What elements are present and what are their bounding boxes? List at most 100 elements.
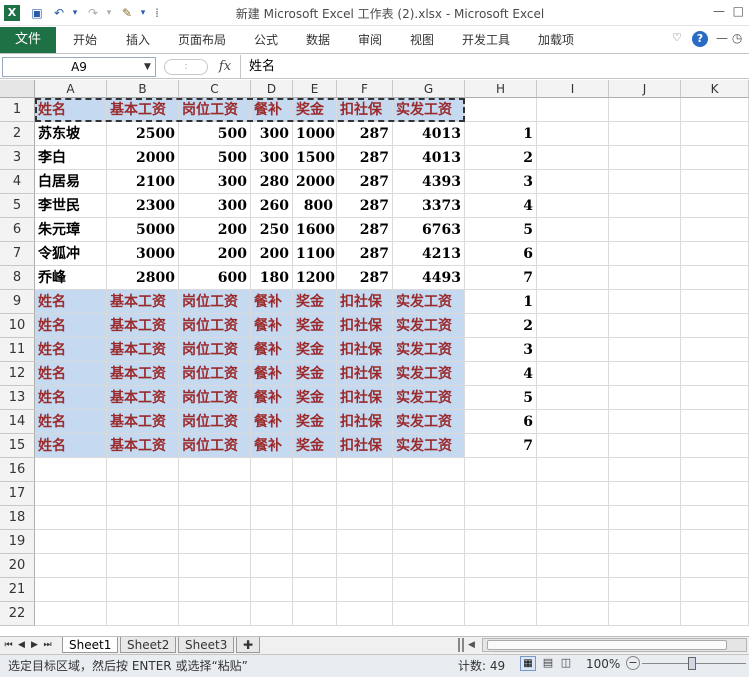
- value-cell[interactable]: 300: [179, 194, 251, 218]
- cell[interactable]: [107, 482, 179, 506]
- zoom-out-icon[interactable]: −: [626, 656, 640, 670]
- name-cell[interactable]: 李白: [35, 146, 107, 170]
- value-cell[interactable]: 2300: [107, 194, 179, 218]
- save-icon[interactable]: ▣: [28, 4, 46, 22]
- cell[interactable]: [537, 554, 609, 578]
- value-cell[interactable]: 287: [337, 170, 393, 194]
- column-header-j[interactable]: J: [609, 80, 681, 98]
- cell[interactable]: [609, 458, 681, 482]
- pasted-header-cell[interactable]: 基本工资: [107, 386, 179, 410]
- cell[interactable]: [393, 530, 465, 554]
- cell[interactable]: [293, 530, 337, 554]
- name-cell[interactable]: 苏东坡: [35, 122, 107, 146]
- tab-developer[interactable]: 开发工具: [462, 27, 510, 53]
- row-header-19[interactable]: 19: [0, 530, 35, 554]
- value-cell[interactable]: 250: [251, 218, 293, 242]
- header-cell[interactable]: 姓名: [35, 98, 107, 122]
- cell[interactable]: [609, 170, 681, 194]
- cell[interactable]: [465, 578, 537, 602]
- cell[interactable]: [681, 338, 749, 362]
- last-sheet-icon[interactable]: ⏭: [42, 638, 53, 652]
- cell[interactable]: [179, 506, 251, 530]
- cell[interactable]: [337, 554, 393, 578]
- value-cell[interactable]: 287: [337, 122, 393, 146]
- value-cell[interactable]: 2000: [293, 170, 337, 194]
- cell[interactable]: [537, 338, 609, 362]
- cell[interactable]: [537, 218, 609, 242]
- cell[interactable]: [537, 290, 609, 314]
- cell[interactable]: [35, 482, 107, 506]
- value-cell[interactable]: 260: [251, 194, 293, 218]
- pasted-header-cell[interactable]: 岗位工资: [179, 434, 251, 458]
- cell[interactable]: [251, 482, 293, 506]
- value-cell[interactable]: 1000: [293, 122, 337, 146]
- pasted-header-cell[interactable]: 扣社保: [337, 410, 393, 434]
- value-cell[interactable]: 1200: [293, 266, 337, 290]
- value-cell[interactable]: 1600: [293, 218, 337, 242]
- page-break-view-icon[interactable]: ◫: [558, 656, 574, 671]
- column-header-d[interactable]: D: [251, 80, 293, 98]
- pasted-header-cell[interactable]: 扣社保: [337, 434, 393, 458]
- cell[interactable]: [293, 506, 337, 530]
- cell[interactable]: [35, 554, 107, 578]
- header-cell[interactable]: 实发工资: [393, 98, 465, 122]
- zoom-slider-thumb[interactable]: [688, 657, 696, 670]
- cell[interactable]: [251, 530, 293, 554]
- cell[interactable]: [609, 434, 681, 458]
- pasted-header-cell[interactable]: 餐补: [251, 290, 293, 314]
- cell[interactable]: [609, 146, 681, 170]
- pasted-header-cell[interactable]: 实发工资: [393, 314, 465, 338]
- value-cell[interactable]: 300: [251, 146, 293, 170]
- value-cell[interactable]: 4393: [393, 170, 465, 194]
- pasted-header-cell[interactable]: 岗位工资: [179, 362, 251, 386]
- header-cell[interactable]: 岗位工资: [179, 98, 251, 122]
- value-cell[interactable]: 287: [337, 266, 393, 290]
- pasted-header-cell[interactable]: 姓名: [35, 362, 107, 386]
- cell[interactable]: [681, 314, 749, 338]
- cell[interactable]: [465, 506, 537, 530]
- tab-split-handle[interactable]: [458, 638, 464, 652]
- column-header-b[interactable]: B: [107, 80, 179, 98]
- row-header-15[interactable]: 15: [0, 434, 35, 458]
- cell[interactable]: [251, 458, 293, 482]
- row-header-11[interactable]: 11: [0, 338, 35, 362]
- value-cell[interactable]: 1100: [293, 242, 337, 266]
- pasted-header-cell[interactable]: 餐补: [251, 314, 293, 338]
- name-box-dropdown-icon[interactable]: ▼: [144, 59, 154, 75]
- row-header-9[interactable]: 9: [0, 290, 35, 314]
- row-header-7[interactable]: 7: [0, 242, 35, 266]
- row-header-18[interactable]: 18: [0, 506, 35, 530]
- cell[interactable]: [609, 314, 681, 338]
- cell[interactable]: [681, 218, 749, 242]
- pasted-header-cell[interactable]: 奖金: [293, 410, 337, 434]
- row-header-21[interactable]: 21: [0, 578, 35, 602]
- cell[interactable]: [465, 554, 537, 578]
- column-header-i[interactable]: I: [537, 80, 609, 98]
- tab-formulas[interactable]: 公式: [254, 27, 278, 53]
- helper-cell[interactable]: 3: [465, 338, 537, 362]
- cell[interactable]: [609, 122, 681, 146]
- cell[interactable]: [681, 482, 749, 506]
- cell[interactable]: [609, 266, 681, 290]
- row-header-10[interactable]: 10: [0, 314, 35, 338]
- row-header-4[interactable]: 4: [0, 170, 35, 194]
- value-cell[interactable]: 200: [251, 242, 293, 266]
- cell[interactable]: [681, 506, 749, 530]
- select-all-corner[interactable]: [0, 80, 35, 98]
- cell[interactable]: [337, 506, 393, 530]
- cell[interactable]: [337, 458, 393, 482]
- cell[interactable]: [609, 482, 681, 506]
- cell[interactable]: [609, 362, 681, 386]
- value-cell[interactable]: 300: [179, 170, 251, 194]
- cell[interactable]: [681, 602, 749, 626]
- cell[interactable]: [251, 554, 293, 578]
- pasted-header-cell[interactable]: 餐补: [251, 386, 293, 410]
- name-cell[interactable]: 令狐冲: [35, 242, 107, 266]
- cell[interactable]: [107, 578, 179, 602]
- value-cell[interactable]: 4213: [393, 242, 465, 266]
- pasted-header-cell[interactable]: 餐补: [251, 410, 293, 434]
- helper-cell[interactable]: 2: [465, 146, 537, 170]
- value-cell[interactable]: 180: [251, 266, 293, 290]
- helper-cell[interactable]: 6: [465, 410, 537, 434]
- pasted-header-cell[interactable]: 实发工资: [393, 338, 465, 362]
